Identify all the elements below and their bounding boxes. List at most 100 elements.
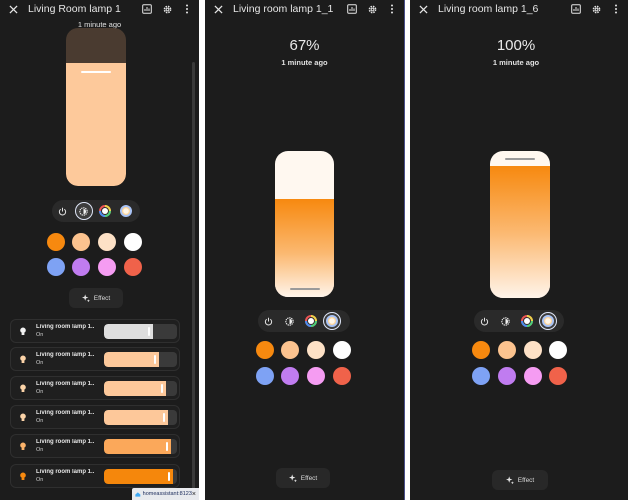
swatch-8[interactable] <box>549 367 567 385</box>
bulb-icon <box>19 413 26 421</box>
swatch-6[interactable] <box>72 258 90 276</box>
history-button[interactable] <box>568 0 584 18</box>
more-vert-icon <box>615 4 617 14</box>
member-card[interactable]: Living room lamp 1... On <box>10 347 180 371</box>
settings-button[interactable] <box>364 0 380 18</box>
scrollbar[interactable] <box>192 62 195 497</box>
color-temp-icon <box>325 315 338 327</box>
member-brightness-slider[interactable] <box>104 381 177 396</box>
swatch-1[interactable] <box>47 233 65 251</box>
member-brightness-slider[interactable] <box>104 352 177 367</box>
settings-button[interactable] <box>588 0 604 18</box>
history-button[interactable] <box>344 0 360 18</box>
swatch-6[interactable] <box>498 367 516 385</box>
member-brightness-slider[interactable] <box>104 469 177 484</box>
effect-button[interactable]: Effect <box>492 470 548 490</box>
brightness-slider[interactable] <box>275 151 334 297</box>
member-brightness-knob[interactable] <box>153 355 156 364</box>
brightness-mode-button[interactable] <box>74 202 93 220</box>
panel-living-room-lamp-1-6: Living room lamp 1_6 100% 1 minute ago E… <box>410 0 628 500</box>
swatch-1[interactable] <box>256 341 274 359</box>
member-card[interactable]: Living room lamp 1... On <box>10 405 180 429</box>
swatch-2[interactable] <box>72 233 90 251</box>
bulb-button[interactable] <box>15 410 30 425</box>
swatch-1[interactable] <box>472 341 490 359</box>
history-button[interactable] <box>139 0 155 18</box>
url-status-tooltip: homeassistant:8123 × <box>132 488 199 500</box>
swatch-4[interactable] <box>124 233 142 251</box>
brightness-mode-button[interactable] <box>281 312 299 330</box>
power-button[interactable] <box>260 312 278 330</box>
power-button[interactable] <box>54 202 72 220</box>
member-brightness-knob[interactable] <box>161 384 164 393</box>
color-temp-button[interactable] <box>322 312 341 330</box>
brightness-mode-button[interactable] <box>497 312 515 330</box>
member-brightness-knob[interactable] <box>163 413 166 422</box>
brightness-slider-handle[interactable] <box>81 71 111 73</box>
swatch-7[interactable] <box>307 367 325 385</box>
color-wheel-button[interactable] <box>518 312 536 330</box>
effect-button[interactable]: Effect <box>276 468 330 488</box>
swatch-7[interactable] <box>98 258 116 276</box>
member-brightness-knob[interactable] <box>166 442 169 451</box>
swatch-6[interactable] <box>281 367 299 385</box>
member-card[interactable]: Living room lamp 1... On <box>10 376 180 400</box>
member-brightness-slider[interactable] <box>104 324 177 339</box>
more-button[interactable] <box>384 0 400 18</box>
member-name: Living room lamp 1... <box>36 469 94 475</box>
brightness-slider-handle[interactable] <box>505 158 535 160</box>
bulb-button[interactable] <box>15 324 30 339</box>
bulb-button[interactable] <box>15 352 30 367</box>
bulb-button[interactable] <box>15 439 30 454</box>
member-brightness-knob[interactable] <box>147 327 150 336</box>
member-card[interactable]: Living room lamp 1... On <box>10 464 180 488</box>
member-brightness-fill <box>104 410 169 425</box>
color-wheel-button[interactable] <box>302 312 320 330</box>
swatch-3[interactable] <box>524 341 542 359</box>
more-button[interactable] <box>179 0 195 18</box>
swatch-5[interactable] <box>472 367 490 385</box>
swatch-3[interactable] <box>98 233 116 251</box>
close-button[interactable] <box>209 0 227 18</box>
member-card[interactable]: Living room lamp 1... On <box>10 319 180 343</box>
member-brightness-fill <box>104 324 153 339</box>
color-wheel-button[interactable] <box>96 202 114 220</box>
swatch-2[interactable] <box>498 341 516 359</box>
brightness-slider-handle[interactable] <box>289 288 320 290</box>
swatch-8[interactable] <box>124 258 142 276</box>
swatch-4[interactable] <box>549 341 567 359</box>
more-button[interactable] <box>608 0 624 18</box>
brightness-icon <box>79 206 88 216</box>
brightness-percent: 100% <box>496 37 536 54</box>
tooltip-close-icon[interactable]: × <box>192 491 196 498</box>
swatch-3[interactable] <box>307 341 325 359</box>
bulb-button[interactable] <box>15 381 30 396</box>
close-button[interactable] <box>414 0 432 18</box>
member-brightness-slider[interactable] <box>104 410 177 425</box>
gear-icon <box>163 5 171 13</box>
brightness-slider[interactable] <box>490 151 550 298</box>
color-temp-button[interactable] <box>117 202 135 220</box>
member-brightness-slider[interactable] <box>104 439 177 454</box>
swatch-2[interactable] <box>281 341 299 359</box>
power-button[interactable] <box>476 312 494 330</box>
color-temp-icon <box>119 205 132 217</box>
close-button[interactable] <box>4 0 22 18</box>
member-brightness-fill <box>104 381 167 396</box>
brightness-slider[interactable] <box>66 28 126 186</box>
member-state: On <box>36 389 44 395</box>
effect-button[interactable]: Effect <box>69 288 123 308</box>
swatch-5[interactable] <box>47 258 65 276</box>
swatch-7[interactable] <box>524 367 542 385</box>
member-brightness-fill <box>104 352 159 367</box>
member-card[interactable]: Living room lamp 1... On <box>10 434 180 458</box>
dialog-title: Living room lamp 1_6 <box>438 3 539 15</box>
dialog-header: Living room lamp 1_6 <box>410 0 628 18</box>
swatch-5[interactable] <box>256 367 274 385</box>
color-temp-button[interactable] <box>538 312 557 330</box>
bulb-button[interactable] <box>15 469 30 484</box>
swatch-4[interactable] <box>333 341 351 359</box>
swatch-8[interactable] <box>333 367 351 385</box>
member-name: Living room lamp 1... <box>36 324 94 330</box>
settings-button[interactable] <box>159 0 175 18</box>
